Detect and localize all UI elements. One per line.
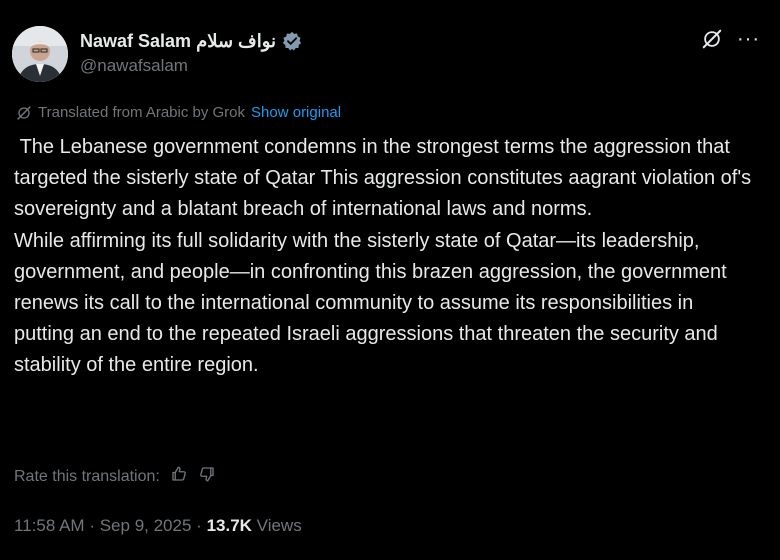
rate-label: Rate this translation: [14, 467, 160, 485]
thumbs-down-icon[interactable] [198, 465, 216, 488]
verified-badge-icon [282, 31, 302, 51]
more-options-icon[interactable]: ··· [737, 29, 760, 49]
grok-translate-icon [16, 105, 32, 121]
author-name[interactable]: Nawaf Salam نواف سلام [80, 31, 276, 52]
grok-icon[interactable] [701, 28, 723, 50]
tweet-paragraph-1: The Lebanese government condemns in the … [14, 136, 757, 221]
author-name-row[interactable]: Nawaf Salam نواف سلام [80, 30, 302, 52]
views-label: Views [256, 516, 302, 535]
rate-translation: Rate this translation: [14, 465, 216, 488]
tweet-time[interactable]: 11:58 AM [14, 516, 85, 535]
tweet-text: The Lebanese government condemns in the … [14, 132, 754, 382]
meta-separator-2: · [196, 516, 202, 535]
tweet-paragraph-2: While affirming its full solidarity with… [14, 229, 727, 377]
author-handle[interactable]: @nawafsalam [80, 56, 188, 76]
thumbs-up-icon[interactable] [170, 465, 188, 488]
views-count: 13.7K [206, 516, 252, 535]
tweet-meta: 11:58 AM · Sep 9, 2025 · 13.7K Views [14, 516, 302, 536]
avatar[interactable] [12, 26, 68, 82]
show-original-link[interactable]: Show original [251, 104, 341, 121]
top-actions: ··· [701, 28, 760, 50]
meta-separator: · [89, 516, 95, 535]
translation-label: Translated from Arabic by Grok [38, 104, 246, 121]
translation-notice: Translated from Arabic by Grok Show orig… [16, 104, 341, 121]
tweet-date[interactable]: Sep 9, 2025 [100, 516, 192, 535]
